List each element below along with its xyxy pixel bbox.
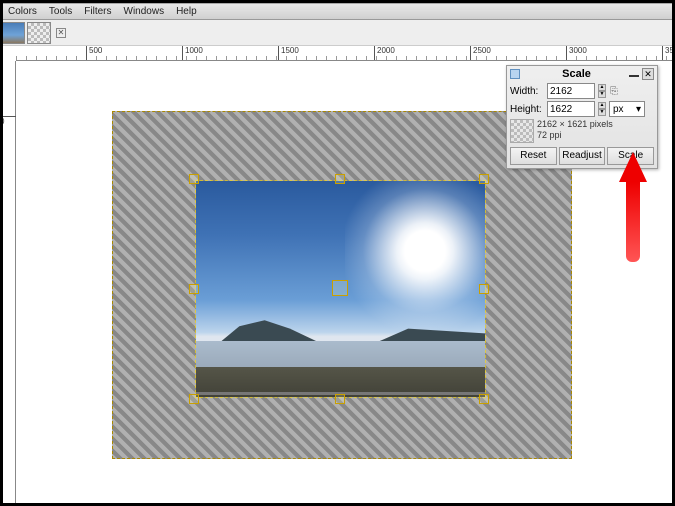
scale-handle-mr[interactable] bbox=[479, 284, 489, 294]
scale-button[interactable]: Scale bbox=[607, 147, 654, 165]
height-input[interactable] bbox=[547, 101, 595, 117]
ruler-horizontal: 500 1000 1500 2000 2500 3000 3500 bbox=[16, 46, 675, 61]
scale-dialog[interactable]: Scale ✕ Width: ▲▼ ⎘ Height: ▲▼ px▾ 2162 … bbox=[506, 65, 658, 169]
width-label: Width: bbox=[510, 86, 544, 97]
canvas-boundary bbox=[112, 111, 572, 459]
height-label: Height: bbox=[510, 104, 544, 115]
sun-glare bbox=[345, 180, 486, 331]
width-up[interactable]: ▲ bbox=[598, 84, 606, 91]
layer-thumb-1[interactable] bbox=[1, 22, 25, 44]
menu-help[interactable]: Help bbox=[170, 6, 203, 17]
layer-tabs: ✕ bbox=[0, 20, 675, 46]
scale-dialog-title: Scale bbox=[524, 68, 629, 80]
readjust-button[interactable]: Readjust bbox=[559, 147, 606, 165]
menu-colors[interactable]: Colors bbox=[2, 6, 43, 17]
ruler-vertical: 0 bbox=[0, 61, 16, 506]
menu-bar: Colors Tools Filters Windows Help bbox=[0, 4, 675, 20]
width-down[interactable]: ▼ bbox=[598, 91, 606, 98]
scale-handle-bm[interactable] bbox=[335, 394, 345, 404]
close-dialog-button[interactable]: ✕ bbox=[642, 68, 654, 80]
scale-handle-tl[interactable] bbox=[189, 174, 199, 184]
scale-handle-tr[interactable] bbox=[479, 174, 489, 184]
unit-select[interactable]: px▾ bbox=[609, 101, 645, 117]
menu-tools[interactable]: Tools bbox=[43, 6, 78, 17]
scale-handle-bl[interactable] bbox=[189, 394, 199, 404]
dialog-preview-thumb bbox=[510, 119, 534, 143]
scale-handle-br[interactable] bbox=[479, 394, 489, 404]
layer-thumb-2[interactable] bbox=[27, 22, 51, 44]
dialog-info: 2162 × 1621 pixels 72 ppi bbox=[537, 119, 613, 143]
menu-filters[interactable]: Filters bbox=[78, 6, 117, 17]
menu-windows[interactable]: Windows bbox=[118, 6, 171, 17]
close-tab-icon[interactable]: ✕ bbox=[56, 28, 66, 38]
reset-button[interactable]: Reset bbox=[510, 147, 557, 165]
scale-handle-center[interactable] bbox=[332, 280, 348, 296]
chevron-down-icon: ▾ bbox=[636, 104, 641, 115]
width-input[interactable] bbox=[547, 83, 595, 99]
link-chain-icon[interactable]: ⎘ bbox=[609, 86, 619, 97]
minimize-icon[interactable] bbox=[629, 75, 639, 77]
scale-dialog-icon bbox=[510, 69, 520, 79]
height-down[interactable]: ▼ bbox=[598, 109, 606, 116]
scale-handle-tm[interactable] bbox=[335, 174, 345, 184]
scale-handle-ml[interactable] bbox=[189, 284, 199, 294]
height-up[interactable]: ▲ bbox=[598, 102, 606, 109]
